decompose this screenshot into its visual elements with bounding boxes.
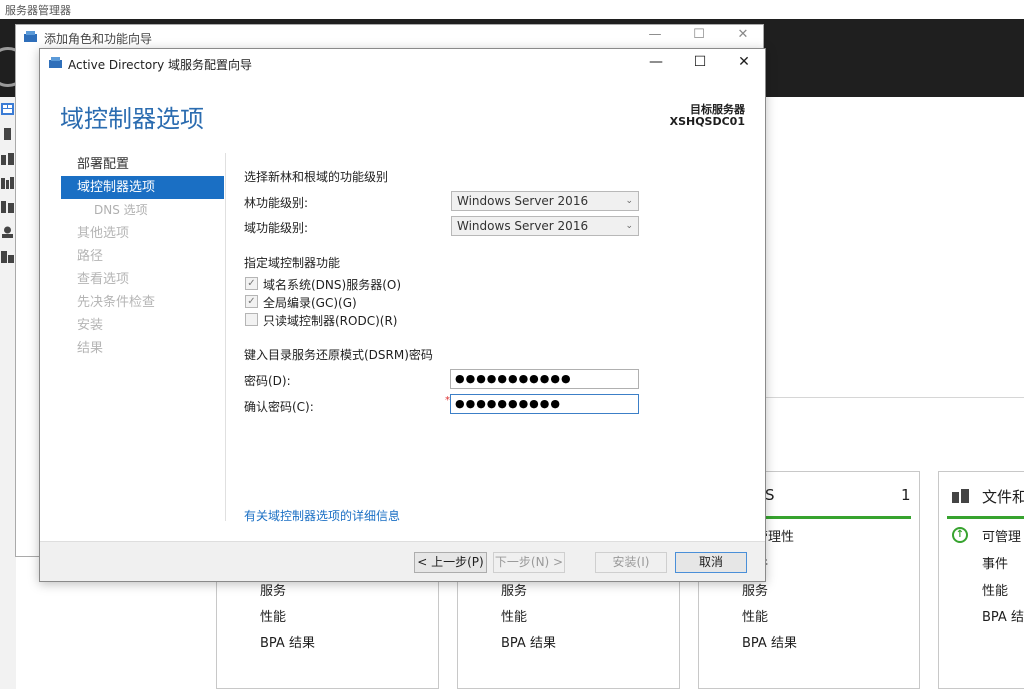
nav-item-paths: 路径: [77, 249, 104, 264]
nav-item-dns-options: DNS 选项: [94, 203, 148, 217]
next-button[interactable]: 下一步(N) >: [493, 552, 565, 573]
rodc-checkbox-label: 只读域控制器(RODC)(R): [263, 314, 398, 328]
target-server-name: XSHQSDC01: [669, 115, 745, 128]
confirm-password-label: 确认密码(C):: [244, 400, 314, 414]
back-button[interactable]: < 上一步(P): [414, 552, 487, 573]
nav-item-deployment-config[interactable]: 部署配置: [61, 153, 224, 176]
dc-capabilities-heading: 指定域控制器功能: [244, 256, 341, 270]
install-button[interactable]: 安装(I): [595, 552, 667, 573]
status-strip: [947, 516, 1024, 519]
tile-item-bpa[interactable]: BPA 结果: [260, 632, 315, 651]
server-manager-welcome-area: [765, 97, 1024, 397]
password-input[interactable]: ●●●●●●●●●●●: [450, 369, 639, 389]
all-servers-icon[interactable]: [1, 153, 14, 165]
nav-item-installation: 安装: [77, 318, 104, 333]
confirm-password-input[interactable]: ●●●●●●●●●●: [450, 394, 639, 414]
forest-level-label: 林功能级别:: [244, 196, 309, 210]
maximize-button[interactable]: ☐: [678, 54, 722, 72]
more-info-link[interactable]: 有关域控制器选项的详细信息: [244, 507, 400, 524]
forest-level-value: Windows Server 2016: [457, 194, 589, 208]
tile-item-bpa[interactable]: BPA 结果: [501, 632, 556, 651]
wizard-nav: 部署配置 域控制器选项 DNS 选项 其他选项 路径 查看选项 先决条件检查 安…: [61, 153, 224, 360]
forest-level-select[interactable]: Windows Server 2016 ⌄: [451, 191, 639, 211]
local-server-icon[interactable]: [1, 128, 14, 140]
status-ok-icon: ↑: [952, 527, 968, 543]
global-catalog-checkbox-label: 全局编录(GC)(G): [263, 296, 357, 310]
cancel-button[interactable]: 取消: [675, 552, 747, 573]
nav-divider: [225, 153, 226, 521]
tile-item-performance[interactable]: 性能: [501, 606, 527, 625]
minimize-button[interactable]: —: [634, 54, 678, 72]
dns-icon[interactable]: [1, 201, 14, 213]
tile-item-performance[interactable]: 性能: [742, 606, 768, 625]
tile-title: S: [765, 486, 775, 504]
server-manager-sidebar: [0, 97, 16, 689]
global-catalog-checkbox[interactable]: ✓: [245, 295, 258, 308]
services-icon[interactable]: [1, 251, 14, 263]
nav-item-results: 结果: [77, 341, 104, 356]
password-label: 密码(D):: [244, 374, 291, 388]
wizard-footer: < 上一步(P) 下一步(N) > 安装(I) 取消: [40, 541, 765, 581]
ad-ds-icon[interactable]: [1, 177, 14, 189]
chevron-down-icon: ⌄: [625, 196, 633, 206]
wizard-icon: [24, 31, 37, 42]
tile-item-bpa[interactable]: BPA 结: [982, 606, 1024, 625]
tile-item-services[interactable]: 服务: [260, 580, 286, 599]
chevron-down-icon: ⌄: [625, 221, 633, 231]
tile-item-performance[interactable]: 性能: [982, 580, 1008, 599]
file-storage-icon: [952, 489, 969, 503]
domain-level-value: Windows Server 2016: [457, 219, 589, 233]
add-roles-wizard-title: 添加角色和功能向导: [44, 32, 153, 46]
domain-level-label: 域功能级别:: [244, 221, 309, 235]
close-button[interactable]: ✕: [721, 27, 765, 45]
domain-level-select[interactable]: Windows Server 2016 ⌄: [451, 216, 639, 236]
nav-item-prerequisites: 先决条件检查: [77, 295, 156, 310]
tile-server-count: 1: [901, 486, 911, 504]
dns-server-checkbox[interactable]: ✓: [245, 277, 258, 290]
rodc-checkbox[interactable]: [245, 313, 258, 326]
dns-server-checkbox-label: 域名系统(DNS)服务器(O): [263, 278, 402, 292]
functional-level-heading: 选择新林和根域的功能级别: [244, 170, 389, 184]
nav-item-additional-options: 其他选项: [77, 226, 130, 241]
wizard-icon: [49, 57, 62, 68]
file-services-tile[interactable]: 文件和 ↑ 可管理 事件 性能 BPA 结: [938, 471, 1024, 689]
file-storage-icon[interactable]: [1, 226, 14, 238]
page-title: 域控制器选项: [60, 105, 204, 133]
tile-item-services[interactable]: 服务: [742, 580, 768, 599]
nav-item-review-options: 查看选项: [77, 272, 130, 287]
tile-item-services[interactable]: 服务: [501, 580, 527, 599]
nav-item-dc-options[interactable]: 域控制器选项: [61, 176, 224, 199]
tile-item-manageability[interactable]: 可管理: [982, 526, 1021, 545]
tile-item-bpa[interactable]: BPA 结果: [742, 632, 797, 651]
adds-config-wizard-window: Active Directory 域服务配置向导 — ☐ ✕ 域控制器选项 目标…: [39, 48, 766, 582]
maximize-button[interactable]: ☐: [677, 27, 721, 45]
tile-title: 文件和: [982, 488, 1024, 506]
close-button[interactable]: ✕: [722, 54, 766, 72]
tile-item-events[interactable]: 事件: [982, 553, 1008, 572]
tile-item-performance[interactable]: 性能: [260, 606, 286, 625]
minimize-button[interactable]: —: [633, 27, 677, 45]
server-manager-title: 服务器管理器: [5, 4, 71, 17]
wizard-titlebar[interactable]: Active Directory 域服务配置向导 — ☐ ✕: [40, 49, 765, 77]
wizard-title: Active Directory 域服务配置向导: [68, 58, 253, 72]
server-manager-titlebar: 服务器管理器: [0, 0, 1024, 19]
dashboard-icon[interactable]: [1, 103, 14, 115]
dsrm-heading: 键入目录服务还原模式(DSRM)密码: [244, 348, 433, 362]
